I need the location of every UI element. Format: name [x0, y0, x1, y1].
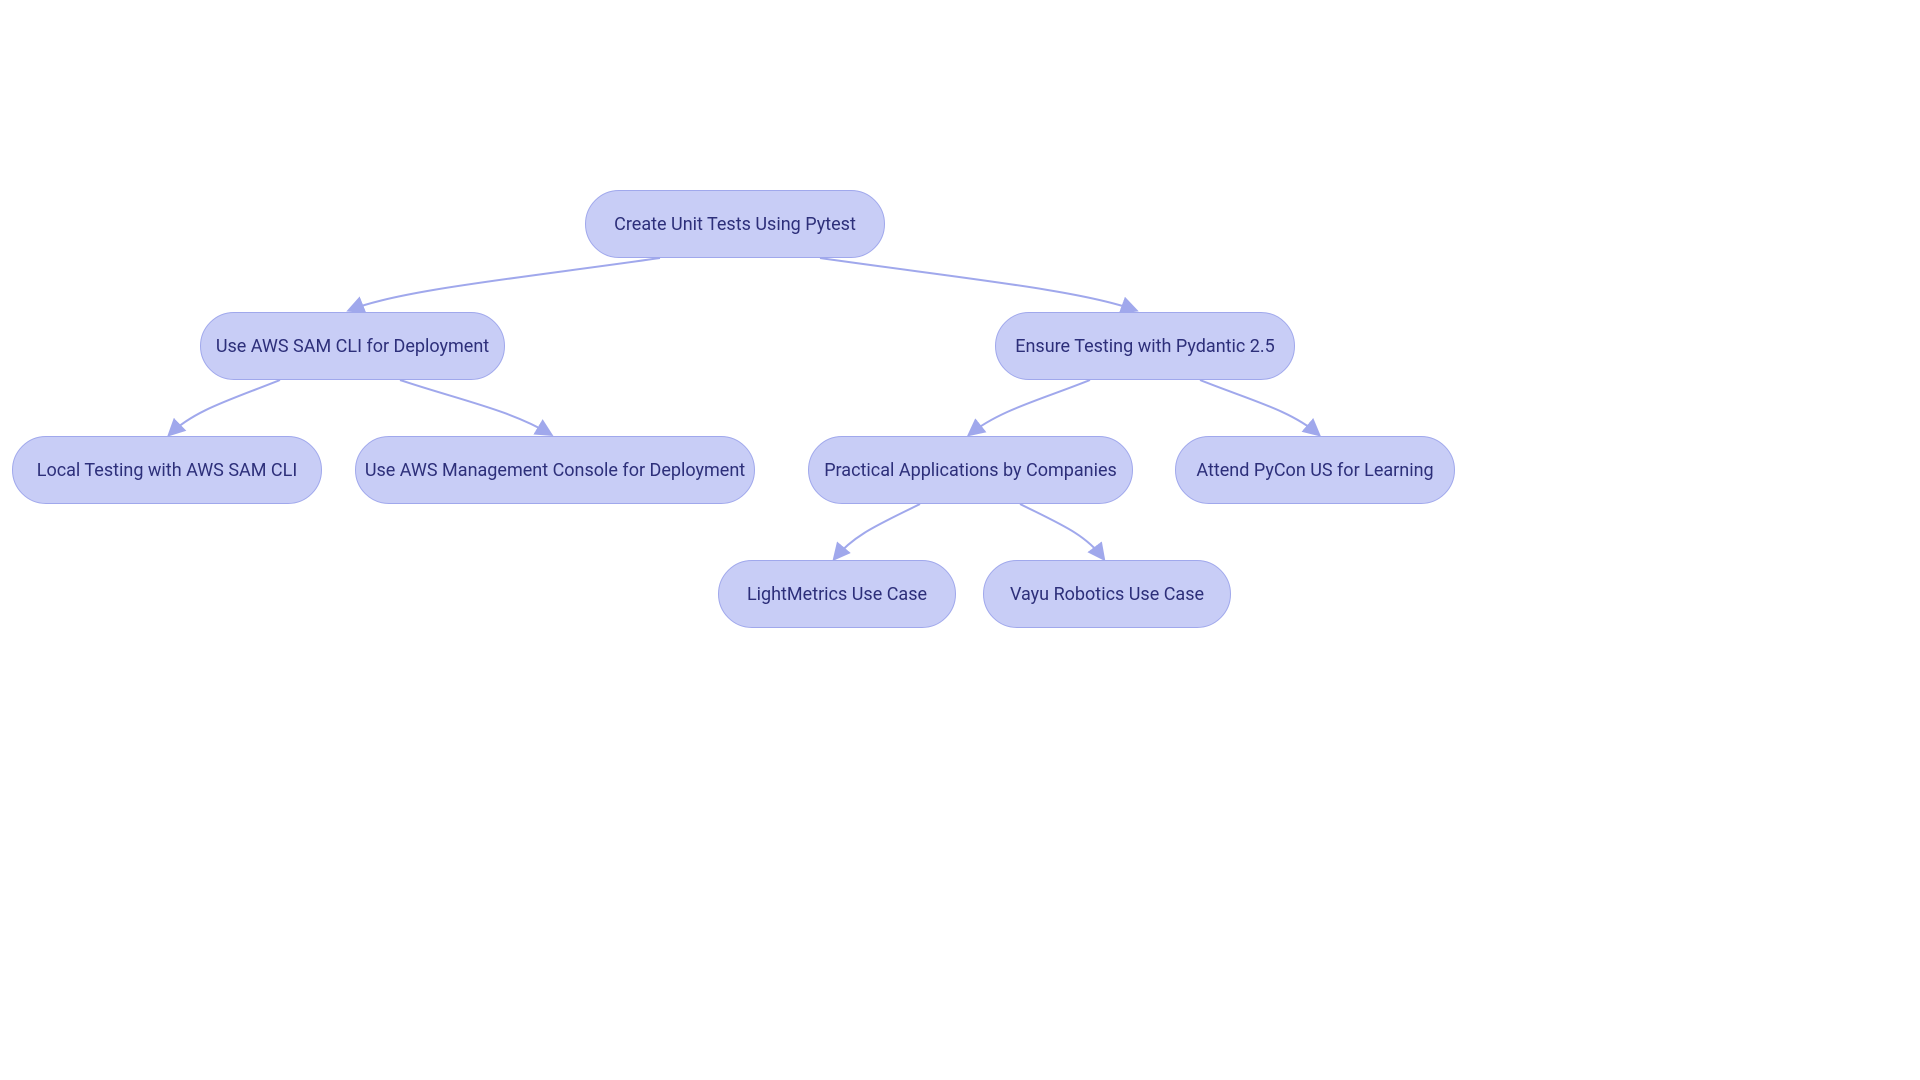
node-root: Create Unit Tests Using Pytest [585, 190, 885, 258]
edge-root-sam [350, 258, 660, 310]
node-light: LightMetrics Use Case [718, 560, 956, 628]
node-vayu: Vayu Robotics Use Case [983, 560, 1231, 628]
edge-practical-vayu [1020, 504, 1103, 558]
edge-root-pydantic [820, 258, 1135, 310]
node-root-label: Create Unit Tests Using Pytest [614, 214, 856, 235]
node-practical: Practical Applications by Companies [808, 436, 1133, 504]
flowchart-canvas: Create Unit Tests Using Pytest Use AWS S… [0, 0, 1920, 1080]
edge-pydantic-practical [970, 380, 1090, 434]
node-sam: Use AWS SAM CLI for Deployment [200, 312, 505, 380]
node-pydantic: Ensure Testing with Pydantic 2.5 [995, 312, 1295, 380]
edges-layer [0, 0, 1920, 1080]
node-console-label: Use AWS Management Console for Deploymen… [365, 460, 745, 481]
node-practical-label: Practical Applications by Companies [824, 460, 1117, 481]
node-vayu-label: Vayu Robotics Use Case [1010, 584, 1204, 605]
node-console: Use AWS Management Console for Deploymen… [355, 436, 755, 504]
node-local-label: Local Testing with AWS SAM CLI [37, 460, 298, 481]
node-pycon: Attend PyCon US for Learning [1175, 436, 1455, 504]
edge-sam-local [170, 380, 280, 434]
edge-pydantic-pycon [1200, 380, 1318, 434]
edge-sam-console [400, 380, 550, 434]
node-pycon-label: Attend PyCon US for Learning [1196, 460, 1433, 481]
node-light-label: LightMetrics Use Case [747, 584, 927, 605]
node-pydantic-label: Ensure Testing with Pydantic 2.5 [1015, 336, 1275, 357]
node-local: Local Testing with AWS SAM CLI [12, 436, 322, 504]
edge-practical-light [835, 504, 920, 558]
node-sam-label: Use AWS SAM CLI for Deployment [216, 336, 489, 357]
